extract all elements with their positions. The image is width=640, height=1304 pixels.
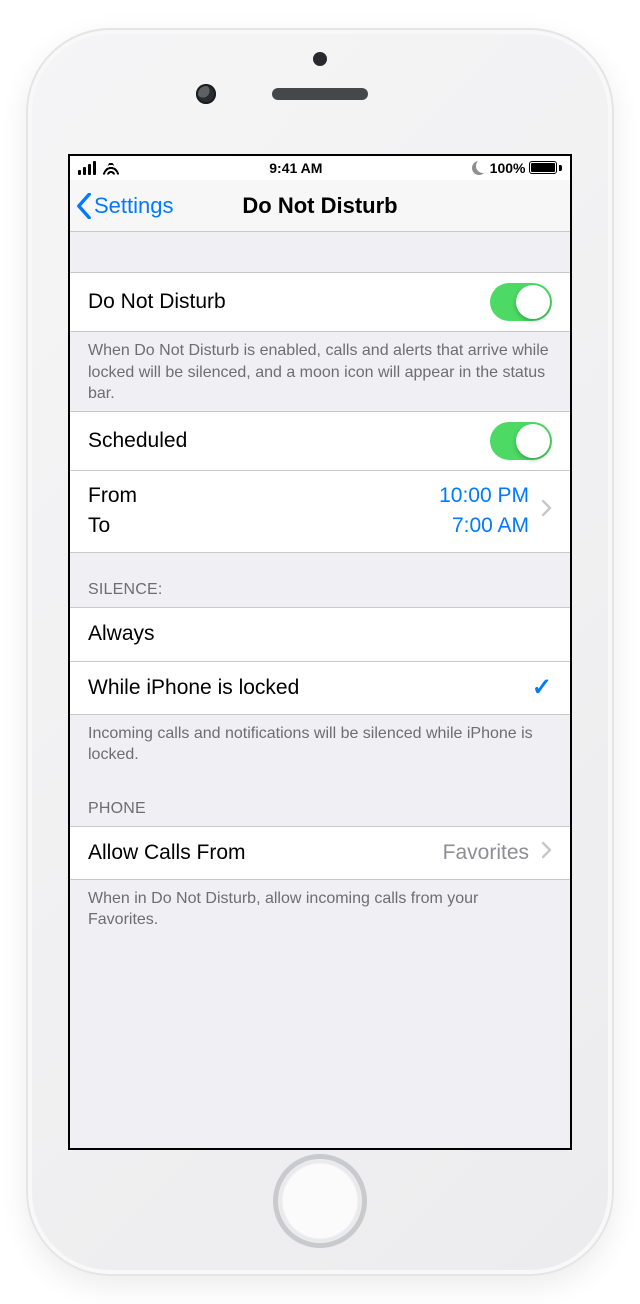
allow-calls-label: Allow Calls From (88, 841, 443, 865)
dnd-toggle[interactable] (490, 283, 552, 321)
front-camera (196, 84, 216, 104)
to-label: To (88, 511, 110, 541)
battery-icon (529, 161, 562, 174)
scheduled-label: Scheduled (88, 429, 490, 453)
proximity-sensor (313, 52, 327, 66)
back-label: Settings (94, 193, 174, 219)
dnd-toggle-row[interactable]: Do Not Disturb (70, 272, 570, 332)
status-bar: 9:41 AM 100% (70, 156, 570, 180)
from-label: From (88, 481, 137, 511)
phone-header: PHONE (70, 772, 570, 826)
silence-header: SILENCE: (70, 553, 570, 607)
dnd-group: Do Not Disturb (70, 272, 570, 332)
back-button[interactable]: Settings (70, 193, 174, 219)
schedule-time-row[interactable]: From 10:00 PM To 7:00 AM (70, 470, 570, 553)
chevron-left-icon (76, 193, 92, 219)
home-button[interactable] (273, 1154, 367, 1248)
silence-locked-row[interactable]: While iPhone is locked ✓ (70, 661, 570, 715)
status-time: 9:41 AM (269, 160, 322, 176)
checkmark-icon: ✓ (532, 673, 552, 702)
from-value: 10:00 PM (439, 481, 529, 511)
silence-footer: Incoming calls and notifications will be… (70, 715, 570, 772)
battery-percentage: 100% (490, 160, 526, 176)
chevron-right-icon (541, 499, 552, 523)
phone-group: Allow Calls From Favorites (70, 826, 570, 880)
silence-group: Always While iPhone is locked ✓ (70, 607, 570, 715)
phone-frame: 9:41 AM 100% Settings Do Not Disturb (26, 28, 614, 1276)
silence-locked-label: While iPhone is locked (88, 676, 532, 700)
chevron-right-icon (541, 841, 552, 865)
allow-calls-value: Favorites (443, 841, 529, 865)
scheduled-group: Scheduled From 10:00 PM To 7:00 AM (70, 411, 570, 553)
screen: 9:41 AM 100% Settings Do Not Disturb (68, 154, 572, 1150)
dnd-label: Do Not Disturb (88, 290, 490, 314)
scheduled-toggle-row[interactable]: Scheduled (70, 411, 570, 470)
do-not-disturb-moon-icon (472, 161, 486, 175)
earpiece-speaker (272, 88, 368, 100)
silence-always-row[interactable]: Always (70, 607, 570, 661)
scheduled-toggle[interactable] (490, 422, 552, 460)
dnd-footer: When Do Not Disturb is enabled, calls an… (70, 332, 570, 411)
wifi-icon (102, 161, 120, 175)
silence-always-label: Always (88, 622, 552, 646)
navigation-bar: Settings Do Not Disturb (70, 180, 570, 232)
to-value: 7:00 AM (452, 511, 529, 541)
allow-calls-row[interactable]: Allow Calls From Favorites (70, 826, 570, 880)
phone-footer: When in Do Not Disturb, allow incoming c… (70, 880, 570, 937)
cellular-signal-icon (78, 161, 96, 175)
